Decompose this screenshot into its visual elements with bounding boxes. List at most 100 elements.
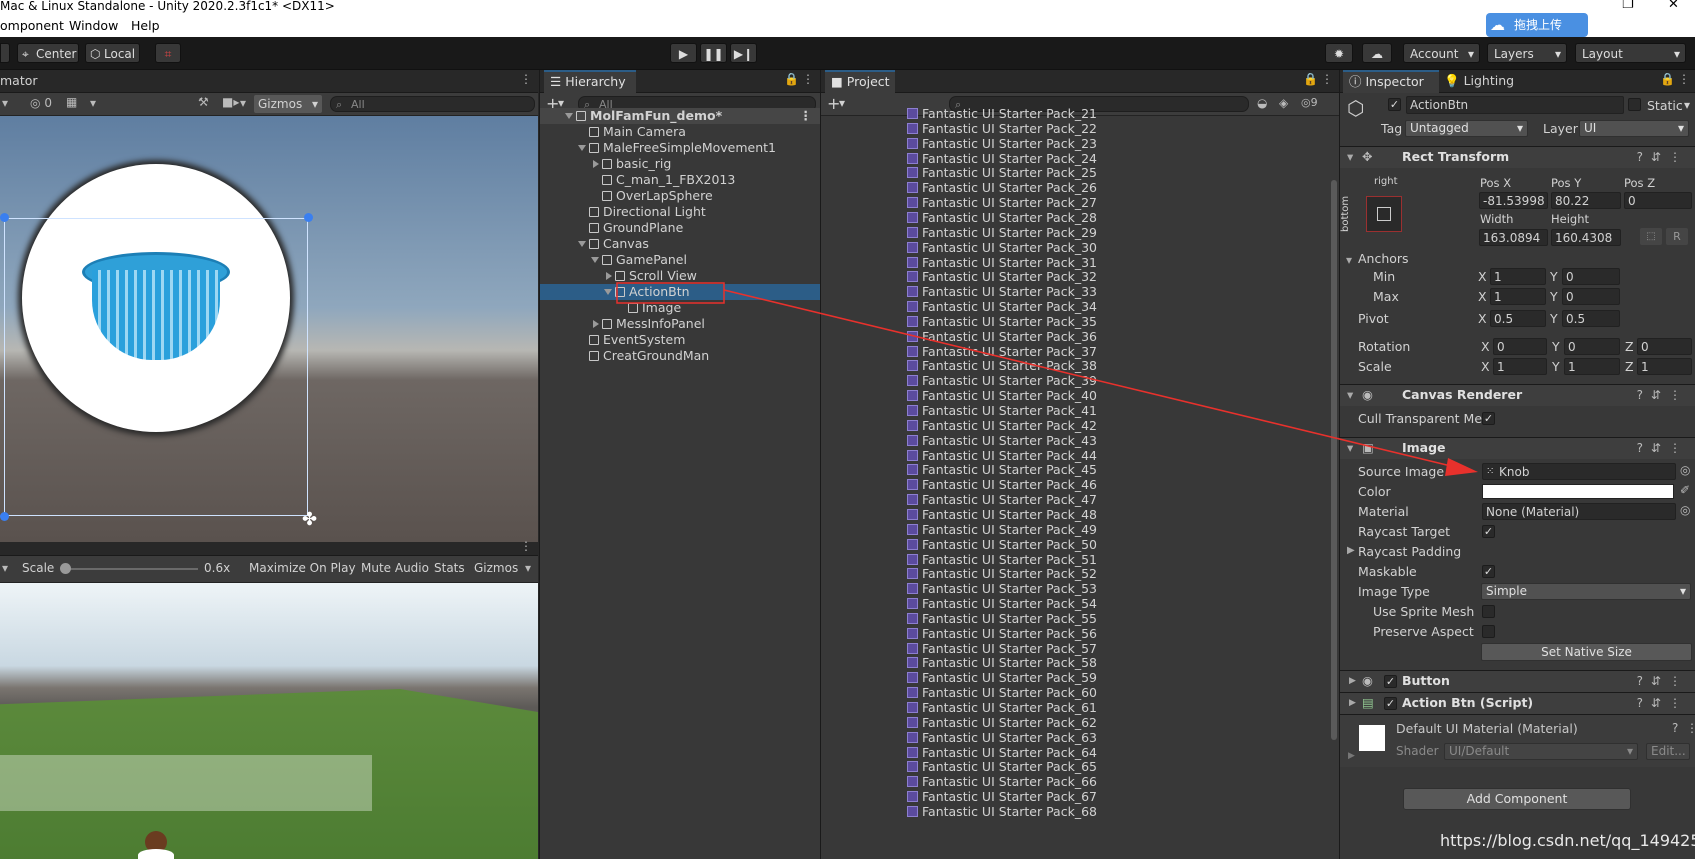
scale-y-field[interactable]: 1 <box>1564 358 1620 375</box>
project-asset-item[interactable]: Fantastic UI Starter Pack_29 <box>907 225 1097 241</box>
more-icon[interactable]: ⋮ <box>800 108 813 124</box>
hierarchy-row[interactable]: OverLapSphere <box>540 188 820 204</box>
image-component-header[interactable]: ▾ ▣ Image ?⇵⋮ <box>1340 437 1695 459</box>
more-icon[interactable]: ⋮ <box>1321 72 1333 86</box>
tab-animator[interactable]: mator <box>0 73 38 88</box>
chevron-down-icon[interactable] <box>578 241 586 247</box>
account-dropdown[interactable]: Account ▾ <box>1403 43 1480 63</box>
hierarchy-row[interactable]: basic_rig <box>540 156 820 172</box>
rotation-z-field[interactable]: 0 <box>1637 338 1692 355</box>
height-field[interactable]: 160.4308 <box>1551 229 1621 246</box>
posy-field[interactable]: 80.22 <box>1551 192 1621 209</box>
hierarchy-row[interactable]: Scroll View <box>540 268 820 284</box>
set-native-size-button[interactable]: Set Native Size <box>1481 643 1692 661</box>
scale-slider[interactable] <box>64 568 198 570</box>
project-asset-item[interactable]: Fantastic UI Starter Pack_27 <box>907 195 1097 211</box>
more-icon[interactable]: ⋮ <box>802 72 814 86</box>
project-asset-item[interactable]: Fantastic UI Starter Pack_30 <box>907 240 1097 256</box>
project-asset-item[interactable]: Fantastic UI Starter Pack_66 <box>907 774 1097 790</box>
project-asset-item[interactable]: Fantastic UI Starter Pack_58 <box>907 655 1097 671</box>
project-asset-item[interactable]: Fantastic UI Starter Pack_55 <box>907 611 1097 627</box>
maximize-on-play-toggle[interactable]: Maximize On Play <box>249 561 356 575</box>
hierarchy-row[interactable]: GamePanel <box>540 252 820 268</box>
more-icon[interactable]: ⋮ <box>1678 72 1690 86</box>
tab-hierarchy[interactable]: ☰ Hierarchy <box>544 70 636 93</box>
tool-button[interactable] <box>0 43 10 63</box>
upload-badge[interactable]: ☁ 拖拽上传 <box>1486 13 1588 37</box>
project-asset-item[interactable]: Fantastic UI Starter Pack_64 <box>907 745 1097 761</box>
rotation-y-field[interactable]: 0 <box>1564 338 1620 355</box>
pause-button[interactable]: ❚❚ <box>700 43 727 63</box>
width-field[interactable]: 163.0894 <box>1479 229 1548 246</box>
project-asset-item[interactable]: Fantastic UI Starter Pack_60 <box>907 685 1097 701</box>
canvas-renderer-header[interactable]: ▾ ◉ Canvas Renderer ?⇵⋮ <box>1340 384 1695 406</box>
tab-inspector[interactable]: ⓘ Inspector <box>1343 70 1439 93</box>
material-field[interactable]: None (Material) <box>1482 503 1676 520</box>
tab-project[interactable]: ■ Project <box>825 70 895 93</box>
static-checkbox[interactable] <box>1628 98 1641 111</box>
project-asset-item[interactable]: Fantastic UI Starter Pack_54 <box>907 596 1097 612</box>
project-asset-item[interactable]: Fantastic UI Starter Pack_48 <box>907 507 1097 523</box>
rect-handle[interactable] <box>0 213 9 222</box>
project-asset-item[interactable]: Fantastic UI Starter Pack_62 <box>907 715 1097 731</box>
project-asset-item[interactable]: Fantastic UI Starter Pack_41 <box>907 403 1097 419</box>
label-icon[interactable]: ◈ <box>1279 96 1288 110</box>
component-menu-icons[interactable]: ?⇵⋮ <box>1637 438 1689 458</box>
play-button[interactable]: ▶ <box>670 43 697 63</box>
pivot-x-field[interactable]: 0.5 <box>1490 310 1546 327</box>
hierarchy-row[interactable]: Main Camera <box>540 124 820 140</box>
chevron-down-icon[interactable] <box>565 113 573 119</box>
pivot-y-field[interactable]: 0.5 <box>1562 310 1620 327</box>
project-asset-item[interactable]: Fantastic UI Starter Pack_24 <box>907 151 1097 167</box>
project-asset-item[interactable]: Fantastic UI Starter Pack_46 <box>907 477 1097 493</box>
project-asset-item[interactable]: Fantastic UI Starter Pack_47 <box>907 492 1097 508</box>
grid-snap-button[interactable]: ⌗ <box>155 43 181 63</box>
pivot-local-button[interactable]: ⬡ Local <box>85 43 140 63</box>
hierarchy-row[interactable]: EventSystem <box>540 332 820 348</box>
project-asset-item[interactable]: Fantastic UI Starter Pack_32 <box>907 269 1097 285</box>
hierarchy-row[interactable]: MaleFreeSimpleMovement1 <box>540 140 820 156</box>
lock-icon[interactable]: 🔒 <box>1303 72 1318 86</box>
source-image-field[interactable]: ⁙ Knob <box>1482 463 1676 480</box>
button-component-header[interactable]: ▶ ◉ ✓ Button ?⇵⋮ <box>1340 670 1695 692</box>
edit-shader-button[interactable]: Edit... <box>1646 743 1690 760</box>
collab-button[interactable]: ✹ <box>1325 43 1353 63</box>
posz-field[interactable]: 0 <box>1624 192 1692 209</box>
menu-help[interactable]: Help <box>131 15 160 37</box>
step-button[interactable]: ▶❙ <box>730 43 757 63</box>
active-checkbox[interactable]: ✓ <box>1388 98 1401 111</box>
hidden-packages-toggle[interactable]: ◎9 <box>1301 96 1318 109</box>
anchor-max-x-field[interactable]: 1 <box>1490 288 1546 305</box>
pivot-center-button[interactable]: ⌖ Center <box>17 43 79 63</box>
close-icon[interactable]: ✕ <box>1668 0 1679 11</box>
rotation-x-field[interactable]: 0 <box>1493 338 1547 355</box>
project-asset-item[interactable]: Fantastic UI Starter Pack_33 <box>907 284 1097 300</box>
project-asset-item[interactable]: Fantastic UI Starter Pack_44 <box>907 448 1097 464</box>
anchor-min-y-field[interactable]: 0 <box>1562 268 1620 285</box>
tab-lighting[interactable]: 💡 Lighting <box>1444 73 1514 89</box>
project-asset-item[interactable]: Fantastic UI Starter Pack_52 <box>907 566 1097 582</box>
chevron-down-icon[interactable]: ▾ <box>525 561 531 575</box>
chevron-down-icon[interactable]: ▾ <box>2 96 8 110</box>
project-asset-item[interactable]: Fantastic UI Starter Pack_53 <box>907 581 1097 597</box>
hierarchy-row[interactable]: ActionBtn <box>540 284 820 300</box>
scale-z-field[interactable]: 1 <box>1637 358 1692 375</box>
mute-audio-toggle[interactable]: Mute Audio <box>361 561 429 575</box>
filter-type-icon[interactable]: ◒ <box>1257 96 1267 110</box>
scene-viewport[interactable]: ✤ <box>0 116 538 542</box>
tag-dropdown[interactable]: Untagged ▾ <box>1405 120 1528 137</box>
stats-toggle[interactable]: Stats <box>434 561 465 575</box>
hierarchy-row[interactable]: C_man_1_FBX2013 <box>540 172 820 188</box>
layout-dropdown[interactable]: Layout ▾ <box>1575 43 1686 63</box>
scale-slider-thumb[interactable] <box>60 563 71 574</box>
more-icon[interactable]: ⋮ <box>1686 721 1695 735</box>
more-icon[interactable]: ⋮ <box>520 539 532 553</box>
project-asset-item[interactable]: Fantastic UI Starter Pack_35 <box>907 314 1097 330</box>
hierarchy-row[interactable]: Image <box>540 300 820 316</box>
tools-icon[interactable]: ⚒ <box>198 95 209 109</box>
raycast-padding-label[interactable]: Raycast Padding <box>1358 544 1461 559</box>
game-gizmos-dropdown[interactable]: Gizmos <box>474 561 518 575</box>
project-asset-item[interactable]: Fantastic UI Starter Pack_23 <box>907 136 1097 152</box>
chevron-right-icon[interactable] <box>593 160 599 168</box>
project-asset-item[interactable]: Fantastic UI Starter Pack_57 <box>907 641 1097 657</box>
